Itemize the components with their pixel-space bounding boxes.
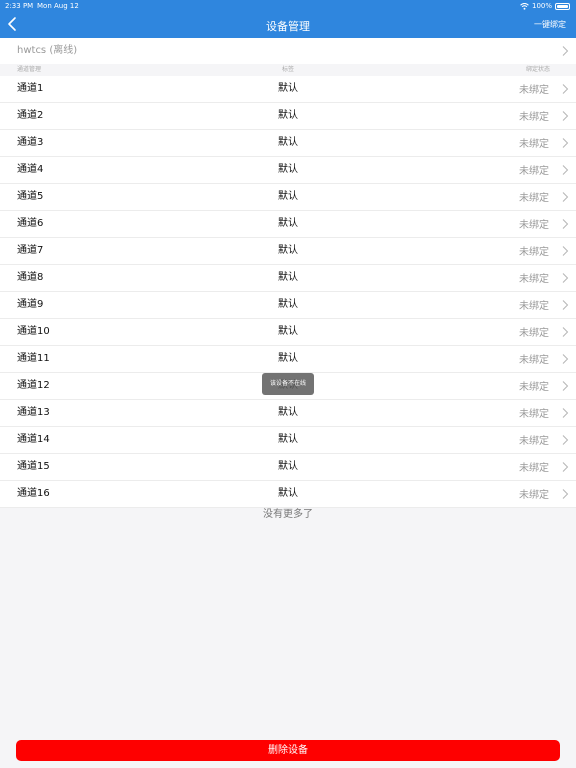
channel-tag: 默认: [278, 488, 298, 499]
channel-bind-status: 未绑定: [519, 112, 549, 123]
wifi-icon: [520, 2, 529, 10]
channel-tag: 默认: [278, 407, 298, 418]
channel-tag: 默认: [278, 191, 298, 202]
channel-name: 通道3: [17, 137, 44, 148]
channel-name: 通道5: [17, 191, 44, 202]
channel-row[interactable]: 通道9 默认 未绑定: [0, 292, 576, 319]
channel-name: 通道1: [17, 83, 44, 94]
channel-row[interactable]: 通道13 默认 未绑定: [0, 400, 576, 427]
chevron-right-icon: [561, 272, 569, 284]
channel-row[interactable]: 通道16 默认 未绑定: [0, 481, 576, 508]
column-channel: 通道管理: [17, 66, 42, 73]
channel-name: 通道9: [17, 299, 44, 310]
channel-bind-status: 未绑定: [519, 301, 549, 312]
channel-tag: 默认: [278, 461, 298, 472]
channel-bind-status: 未绑定: [519, 85, 549, 96]
channel-row[interactable]: 通道14 默认 未绑定: [0, 427, 576, 454]
channel-row[interactable]: 通道11 默认 未绑定: [0, 346, 576, 373]
channel-bind-status: 未绑定: [519, 220, 549, 231]
channel-name: 通道2: [17, 110, 44, 121]
channel-tag: 默认: [278, 326, 298, 337]
channel-tag: 默认: [278, 272, 298, 283]
chevron-right-icon: [561, 164, 569, 176]
chevron-right-icon: [561, 110, 569, 122]
chevron-right-icon: [561, 45, 569, 57]
channel-bind-status: 未绑定: [519, 382, 549, 393]
delete-device-button[interactable]: 删除设备: [16, 740, 560, 761]
channel-bind-status: 未绑定: [519, 463, 549, 474]
channel-bind-status: 未绑定: [519, 436, 549, 447]
channel-row[interactable]: 通道4 默认 未绑定: [0, 157, 576, 184]
channel-bind-status: 未绑定: [519, 247, 549, 258]
channel-row[interactable]: 通道6 默认 未绑定: [0, 211, 576, 238]
nav-bar: 2:33 PM Mon Aug 12 100% 设备管理 一键绑定: [0, 0, 576, 38]
channel-row[interactable]: 通道5 默认 未绑定: [0, 184, 576, 211]
channel-bind-status: 未绑定: [519, 139, 549, 150]
chevron-right-icon: [561, 488, 569, 500]
chevron-right-icon: [561, 407, 569, 419]
channel-row[interactable]: 通道3 默认 未绑定: [0, 130, 576, 157]
channel-bind-status: 未绑定: [519, 193, 549, 204]
channel-name: 通道14: [17, 434, 50, 445]
device-row[interactable]: hwtcs (离线): [0, 38, 576, 64]
chevron-right-icon: [561, 353, 569, 365]
toast-message: 该设备不在线: [262, 373, 314, 395]
channel-bind-status: 未绑定: [519, 490, 549, 501]
channel-row[interactable]: 通道15 默认 未绑定: [0, 454, 576, 481]
channel-tag: 默认: [278, 353, 298, 364]
channel-name: 通道8: [17, 272, 44, 283]
chevron-right-icon: [561, 434, 569, 446]
chevron-right-icon: [561, 326, 569, 338]
channel-bind-status: 未绑定: [519, 409, 549, 420]
device-name: hwtcs (离线): [17, 45, 78, 56]
column-tag: 标签: [282, 66, 295, 73]
channel-name: 通道4: [17, 164, 44, 175]
status-date: Mon Aug 12: [37, 2, 79, 10]
channel-name: 通道11: [17, 353, 50, 364]
channel-tag: 默认: [278, 83, 298, 94]
chevron-right-icon: [561, 191, 569, 203]
channel-tag: 默认: [278, 245, 298, 256]
bind-all-button[interactable]: 一键绑定: [534, 18, 566, 32]
channel-bind-status: 未绑定: [519, 355, 549, 366]
chevron-right-icon: [561, 218, 569, 230]
column-bind-status: 绑定状态: [525, 66, 550, 73]
channel-name: 通道16: [17, 488, 50, 499]
channel-row[interactable]: 通道2 默认 未绑定: [0, 103, 576, 130]
channel-list: 通道1 默认 未绑定 通道2 默认 未绑定 通道3 默认 未绑定 通道4 默认 未绑定 通道5 默认 未绑定…: [0, 76, 576, 508]
channel-name: 通道10: [17, 326, 50, 337]
channel-tag: 默认: [278, 110, 298, 121]
status-right: 100%: [520, 0, 570, 12]
channel-name: 通道12: [17, 380, 50, 391]
channel-name: 通道7: [17, 245, 44, 256]
channel-tag: 默认: [278, 434, 298, 445]
channel-bind-status: 未绑定: [519, 166, 549, 177]
channel-name: 通道6: [17, 218, 44, 229]
channel-name: 通道15: [17, 461, 50, 472]
status-time: 2:33 PM: [5, 2, 34, 10]
channel-row[interactable]: 通道8 默认 未绑定: [0, 265, 576, 292]
channel-row[interactable]: 通道1 默认 未绑定: [0, 76, 576, 103]
no-more-text: 没有更多了: [263, 509, 313, 520]
chevron-right-icon: [561, 83, 569, 95]
page-title: 设备管理: [266, 20, 310, 33]
channel-tag: 默认: [278, 299, 298, 310]
chevron-right-icon: [561, 245, 569, 257]
chevron-right-icon: [561, 299, 569, 311]
battery-icon: [555, 2, 570, 10]
chevron-right-icon: [561, 380, 569, 392]
channel-row[interactable]: 通道10 默认 未绑定: [0, 319, 576, 346]
channel-bind-status: 未绑定: [519, 328, 549, 339]
chevron-right-icon: [561, 137, 569, 149]
column-header: 通道管理 标签 绑定状态: [0, 64, 576, 76]
channel-name: 通道13: [17, 407, 50, 418]
channel-tag: 默认: [278, 137, 298, 148]
chevron-right-icon: [561, 461, 569, 473]
channel-tag: 默认: [278, 164, 298, 175]
channel-bind-status: 未绑定: [519, 274, 549, 285]
battery-percent: 100%: [531, 2, 552, 10]
channel-tag: 默认: [278, 218, 298, 229]
status-bar: 2:33 PM Mon Aug 12 100%: [0, 0, 576, 12]
channel-row[interactable]: 通道7 默认 未绑定: [0, 238, 576, 265]
